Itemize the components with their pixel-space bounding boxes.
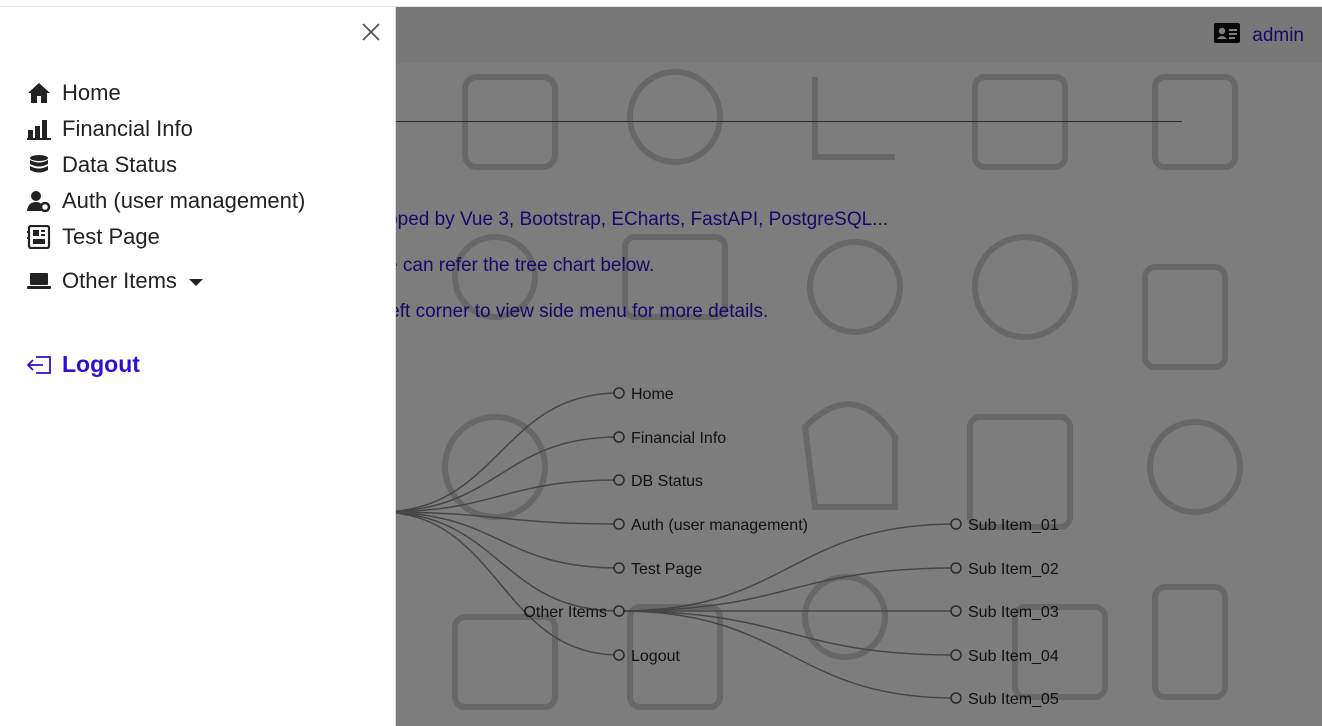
logout-button[interactable]: Logout (26, 351, 140, 378)
caret-down-icon (188, 278, 203, 286)
side-menu-list: Home Financial Info Data Status Auth (us… (26, 75, 305, 299)
sidebar-item-data-status[interactable]: Data Status (26, 147, 305, 183)
sidebar-item-label: Auth (user management) (62, 188, 306, 213)
sidebar-dropdown-other-items[interactable]: Other Items (26, 263, 305, 299)
sidebar-item-test-page[interactable]: Test Page (26, 219, 305, 255)
sidebar-item-label: Data Status (62, 152, 177, 177)
laptop-icon (26, 269, 52, 293)
close-button[interactable] (358, 19, 384, 45)
sidebar-item-label: Financial Info (62, 116, 193, 141)
bar-chart-icon (26, 117, 52, 141)
logout-label[interactable]: Logout (62, 351, 140, 378)
sidebar-item-label: Other Items (62, 268, 177, 293)
sidebar-item-label: Test Page (62, 224, 160, 249)
motherboard-icon (26, 225, 52, 249)
logout-icon (26, 354, 52, 376)
house-icon (26, 81, 52, 105)
user-gear-icon (26, 189, 52, 213)
sidebar-item-financial-info[interactable]: Financial Info (26, 111, 305, 147)
sidebar-item-auth[interactable]: Auth (user management) (26, 183, 305, 219)
sidebar-item-home[interactable]: Home (26, 75, 305, 111)
close-icon (362, 23, 380, 41)
sidebar-item-label: Home (62, 80, 121, 105)
database-icon (26, 153, 52, 177)
top-strip (0, 0, 1322, 7)
side-menu: Home Financial Info Data Status Auth (us… (0, 7, 396, 726)
